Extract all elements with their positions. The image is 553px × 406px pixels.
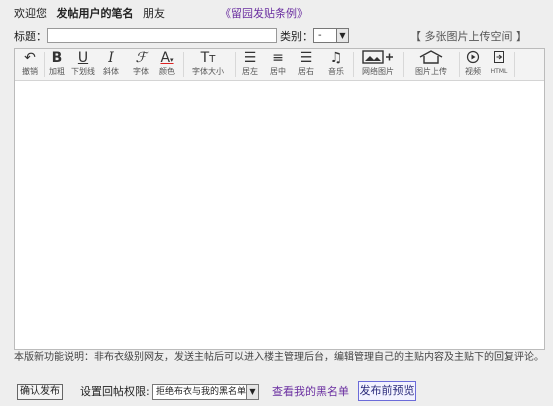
- font-button[interactable]: ℱ 字体: [130, 50, 152, 79]
- toolbar-divider: [353, 52, 354, 77]
- font-size-label: 字体大小: [192, 67, 224, 76]
- chevron-down-icon: ▼: [336, 29, 348, 42]
- music-icon: ♫: [329, 50, 343, 66]
- text-color-icon: A▾: [160, 50, 174, 66]
- toolbar-divider: [459, 52, 460, 77]
- toolbar-divider: [183, 52, 184, 77]
- category-value: -: [318, 30, 322, 41]
- html-label: HTML: [490, 68, 508, 75]
- web-image-button[interactable]: 网络图片: [357, 50, 399, 79]
- editor-toolbar: ↶ 撤销 B 加粗 U 下划线 I 斜体 ℱ 字体 A▾ 颜色 TT 字体大小: [15, 49, 544, 81]
- align-left-button[interactable]: ☰ 居左: [239, 50, 261, 79]
- italic-icon: I: [108, 50, 114, 66]
- underline-label: 下划线: [71, 67, 95, 76]
- font-size-icon: TT: [200, 50, 216, 66]
- preview-button[interactable]: 发布前预览: [358, 381, 416, 401]
- toolbar-divider: [44, 52, 45, 77]
- multi-image-upload-link[interactable]: 【 多张图片上传空间 】: [410, 30, 527, 44]
- welcome-line: 欢迎您 发帖用户的笔名 朋友: [14, 7, 165, 21]
- confirm-post-button[interactable]: 确认发布: [17, 384, 63, 400]
- align-center-icon: ≡: [272, 50, 284, 66]
- reply-permission-label: 设置回帖权限:: [80, 385, 150, 398]
- image-upload-icon: [407, 50, 455, 67]
- underline-button[interactable]: U 下划线: [70, 50, 96, 79]
- align-center-button[interactable]: ≡ 居中: [267, 50, 289, 79]
- bold-icon: B: [51, 50, 63, 66]
- toolbar-divider: [235, 52, 236, 77]
- image-upload-label: 图片上传: [415, 67, 447, 76]
- align-right-icon: ☰: [299, 50, 313, 66]
- undo-button[interactable]: ↶ 撤销: [19, 50, 41, 79]
- music-label: 音乐: [328, 67, 344, 76]
- web-image-icon: [357, 50, 399, 67]
- view-blacklist-link[interactable]: 查看我的黑名单: [272, 385, 349, 399]
- video-button[interactable]: 视频: [462, 50, 484, 79]
- align-right-button[interactable]: ☰ 居右: [295, 50, 317, 79]
- chevron-down-icon: ▼: [246, 385, 258, 399]
- html-icon: [488, 50, 510, 67]
- align-left-icon: ☰: [243, 50, 257, 66]
- html-button[interactable]: HTML: [488, 50, 510, 79]
- welcome-text: 欢迎您: [14, 7, 47, 20]
- editor-content-area[interactable]: [15, 81, 544, 349]
- italic-label: 斜体: [103, 67, 119, 76]
- underline-icon: U: [77, 50, 89, 66]
- bold-label: 加粗: [49, 67, 65, 76]
- video-icon: [462, 50, 484, 67]
- username: 发帖用户的笔名: [56, 7, 134, 20]
- font-size-button[interactable]: TT 字体大小: [187, 50, 229, 79]
- reply-permission-select[interactable]: 拒绝布衣与我的黑名单 ▼: [152, 384, 259, 400]
- image-upload-button[interactable]: 图片上传: [407, 50, 455, 79]
- toolbar-divider: [514, 52, 515, 77]
- reply-permission-value: 拒绝布衣与我的黑名单: [156, 387, 247, 397]
- rich-text-editor: ↶ 撤销 B 加粗 U 下划线 I 斜体 ℱ 字体 A▾ 颜色 TT 字体大小: [14, 48, 545, 350]
- category-select[interactable]: - ▼: [313, 28, 349, 43]
- feature-notice: 本版新功能说明：非布衣级别网友，发送主帖后可以进入楼主管理后台，编辑管理自己的主…: [14, 352, 544, 363]
- italic-button[interactable]: I 斜体: [100, 50, 122, 79]
- music-button[interactable]: ♫ 音乐: [325, 50, 347, 79]
- video-label: 视频: [465, 67, 481, 76]
- text-color-label: 颜色: [159, 67, 175, 76]
- font-icon: ℱ: [135, 50, 147, 66]
- posting-rules-link[interactable]: 《留园发贴条例》: [220, 7, 308, 21]
- title-input[interactable]: [47, 28, 277, 43]
- title-label: 标题：: [14, 30, 47, 43]
- align-left-label: 居左: [242, 67, 258, 76]
- toolbar-divider: [403, 52, 404, 77]
- font-label: 字体: [133, 67, 149, 76]
- align-center-label: 居中: [270, 67, 286, 76]
- undo-label: 撤销: [22, 67, 38, 76]
- undo-icon: ↶: [24, 50, 36, 66]
- web-image-label: 网络图片: [362, 67, 394, 76]
- welcome-suffix: 朋友: [143, 7, 165, 20]
- category-label: 类别：: [280, 30, 313, 43]
- align-right-label: 居右: [298, 67, 314, 76]
- bold-button[interactable]: B 加粗: [46, 50, 68, 79]
- text-color-button[interactable]: A▾ 颜色: [155, 50, 179, 79]
